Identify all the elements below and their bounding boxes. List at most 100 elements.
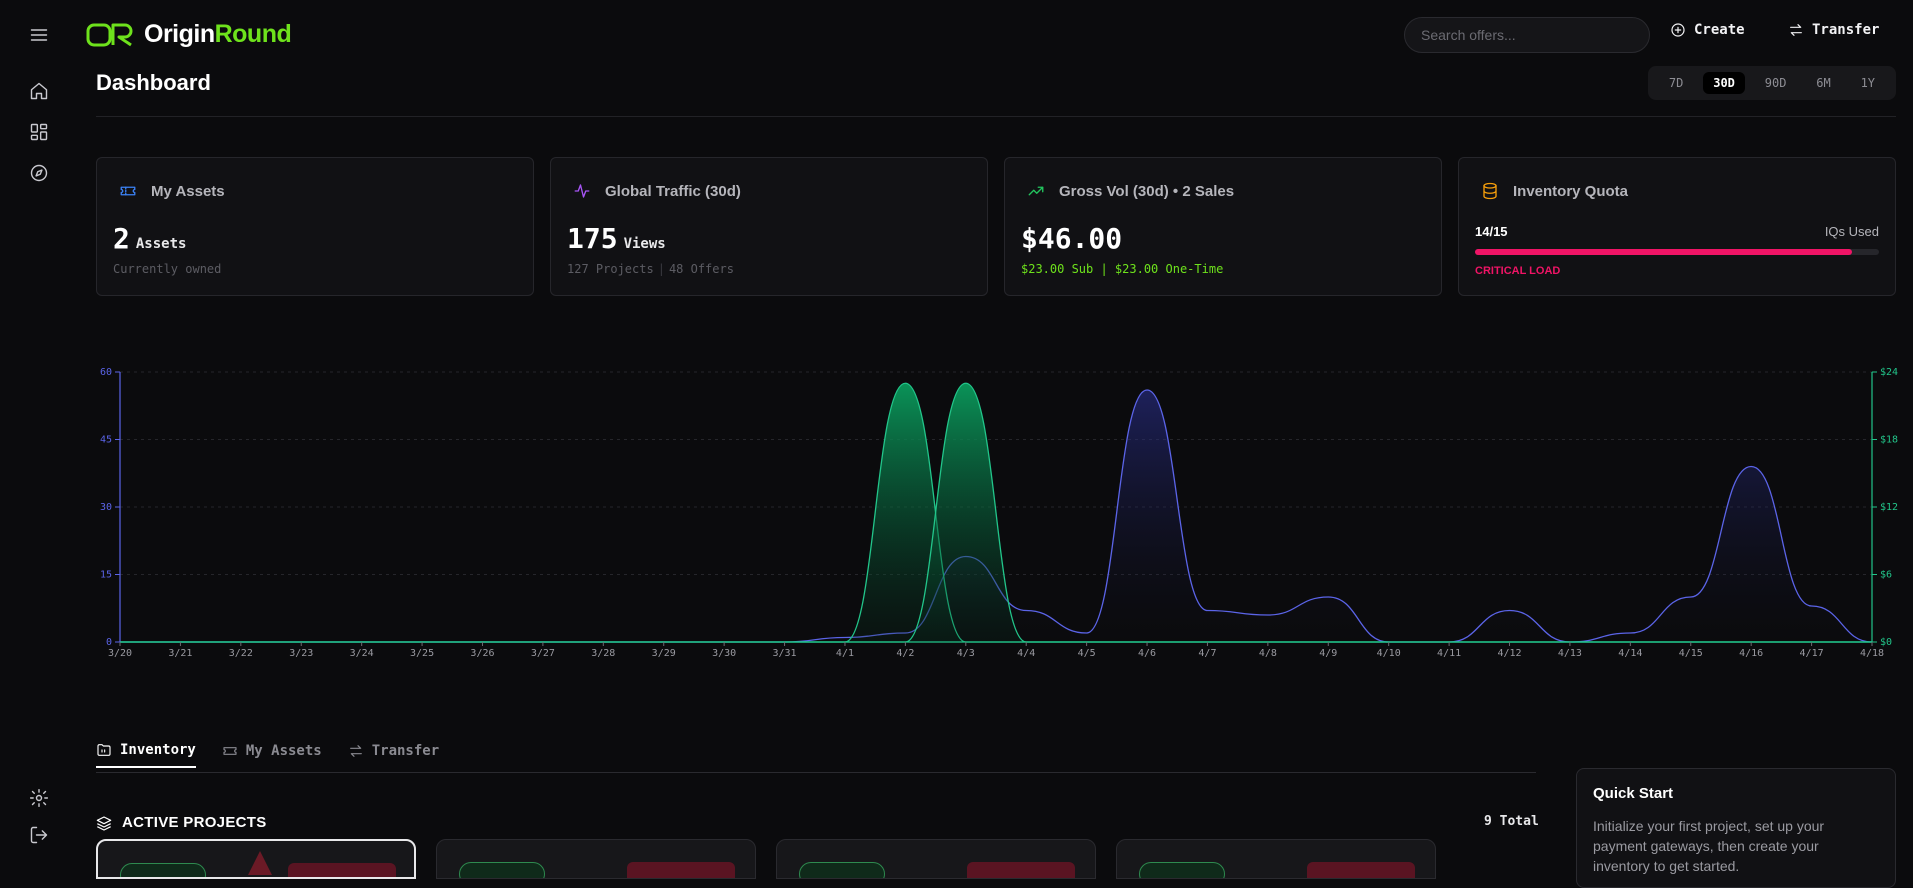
project-badge <box>967 862 1075 879</box>
x-tick-label: 4/8 <box>1259 648 1277 659</box>
x-tick-label: 3/31 <box>773 648 797 659</box>
assets-count: 2 <box>113 222 130 255</box>
x-tick-label: 3/20 <box>108 648 132 659</box>
x-tick-label: 4/2 <box>896 648 914 659</box>
x-tick-label: 3/28 <box>591 648 615 659</box>
x-tick-label: 3/29 <box>652 648 676 659</box>
transfer-label: Transfer <box>1812 22 1879 38</box>
y-right-tick-label: $18 <box>1880 435 1898 446</box>
tab-label: My Assets <box>246 743 322 759</box>
activity-icon <box>573 182 591 200</box>
x-tick-label: 4/15 <box>1679 648 1703 659</box>
range-7d[interactable]: 7D <box>1659 72 1693 94</box>
separator: | <box>654 262 669 276</box>
x-tick-label: 4/17 <box>1800 648 1824 659</box>
brand-logo[interactable]: OriginRound <box>86 20 291 49</box>
x-tick-label: 4/13 <box>1558 648 1582 659</box>
project-badge <box>627 862 735 879</box>
inventory-quota-card: Inventory Quota 14/15 IQs Used CRITICAL … <box>1458 157 1896 296</box>
quota-used: 14/15 <box>1475 224 1508 239</box>
layers-icon <box>96 815 112 831</box>
x-tick-label: 3/22 <box>229 648 253 659</box>
trending-up-icon <box>1027 182 1045 200</box>
project-badge <box>1307 862 1415 879</box>
x-tick-label: 3/21 <box>168 648 192 659</box>
quota-progress-fill <box>1475 249 1852 255</box>
range-30d[interactable]: 30D <box>1703 72 1745 94</box>
views-count: 175 <box>567 222 618 255</box>
projects-count: 127 Projects <box>567 262 654 276</box>
folder-icon <box>96 742 112 758</box>
tab-inventory[interactable]: Inventory <box>96 742 196 768</box>
x-tick-label: 3/26 <box>470 648 494 659</box>
dashboard-icon[interactable] <box>28 121 50 143</box>
card-title: Global Traffic (30d) <box>605 183 741 200</box>
quick-start-text: Initialize your first project, set up yo… <box>1593 816 1879 876</box>
gross-volume-card: Gross Vol (30d) • 2 Sales $46.00 $23.00 … <box>1004 157 1442 296</box>
gross-subtext: $23.00 Sub | $23.00 One-Time <box>1021 262 1223 276</box>
x-tick-label: 4/11 <box>1437 648 1461 659</box>
ticket-icon <box>222 743 238 759</box>
range-6m[interactable]: 6M <box>1806 72 1840 94</box>
y-left-tick-label: 0 <box>106 637 112 648</box>
transfer-icon <box>1788 22 1804 38</box>
x-tick-label: 4/1 <box>836 648 854 659</box>
project-badge <box>288 863 396 879</box>
create-label: Create <box>1694 22 1745 38</box>
settings-icon[interactable] <box>28 787 50 809</box>
x-tick-label: 3/24 <box>350 648 374 659</box>
quick-start-title: Quick Start <box>1593 785 1879 802</box>
page-title: Dashboard <box>96 70 211 96</box>
tab-my-assets[interactable]: My Assets <box>222 742 322 768</box>
project-card[interactable] <box>436 839 756 879</box>
quota-progress-bar <box>1475 249 1879 255</box>
divider <box>96 116 1896 117</box>
transfer-icon <box>348 743 364 759</box>
y-right-tick-label: $24 <box>1880 367 1898 378</box>
assets-subtext: Currently owned <box>113 262 221 276</box>
transfer-button[interactable]: Transfer <box>1788 22 1879 38</box>
tabs-divider <box>96 772 1536 773</box>
y-left-tick-label: 60 <box>100 367 112 378</box>
sidebar <box>0 0 80 866</box>
project-card[interactable] <box>1116 839 1436 879</box>
y-left-tick-label: 45 <box>100 435 112 446</box>
tab-label: Transfer <box>372 743 439 759</box>
x-tick-label: 3/27 <box>531 648 555 659</box>
y-left-tick-label: 30 <box>100 502 112 513</box>
range-1y[interactable]: 1Y <box>1851 72 1885 94</box>
project-status-pill <box>459 862 545 879</box>
project-card[interactable] <box>96 839 416 879</box>
x-tick-label: 4/4 <box>1017 648 1035 659</box>
tab-transfer[interactable]: Transfer <box>348 742 439 768</box>
x-tick-label: 4/10 <box>1377 648 1401 659</box>
logo-mark-icon <box>86 22 138 48</box>
projects-total: 9 Total <box>1484 814 1539 829</box>
project-card[interactable] <box>776 839 1096 879</box>
x-tick-label: 4/5 <box>1078 648 1096 659</box>
create-button[interactable]: Create <box>1670 22 1745 38</box>
global-traffic-card: Global Traffic (30d) 175 Views 127 Proje… <box>550 157 988 296</box>
y-right-tick-label: $6 <box>1880 570 1892 581</box>
search-input[interactable] <box>1404 17 1650 53</box>
my-assets-card: My Assets 2 Assets Currently owned <box>96 157 534 296</box>
brand-name: OriginRound <box>144 20 291 49</box>
home-icon[interactable] <box>28 80 50 102</box>
logout-icon[interactable] <box>28 824 50 846</box>
plus-circle-icon <box>1670 22 1686 38</box>
menu-icon[interactable] <box>28 24 50 46</box>
assets-unit: Assets <box>136 236 187 252</box>
y-right-tick-label: $0 <box>1880 637 1892 648</box>
ticket-icon <box>119 182 137 200</box>
y-left-tick-label: 15 <box>100 570 112 581</box>
x-tick-label: 3/30 <box>712 648 736 659</box>
range-90d[interactable]: 90D <box>1755 72 1797 94</box>
offers-count: 48 Offers <box>669 262 734 276</box>
x-tick-label: 4/9 <box>1319 648 1337 659</box>
traffic-sales-chart: 015304560$0$6$12$18$243/203/213/223/233/… <box>90 360 1913 660</box>
content-tabs: Inventory My Assets Transfer <box>96 742 439 768</box>
quota-status: CRITICAL LOAD <box>1475 265 1560 277</box>
views-unit: Views <box>624 236 666 252</box>
compass-icon[interactable] <box>28 162 50 184</box>
x-tick-label: 4/14 <box>1618 648 1642 659</box>
